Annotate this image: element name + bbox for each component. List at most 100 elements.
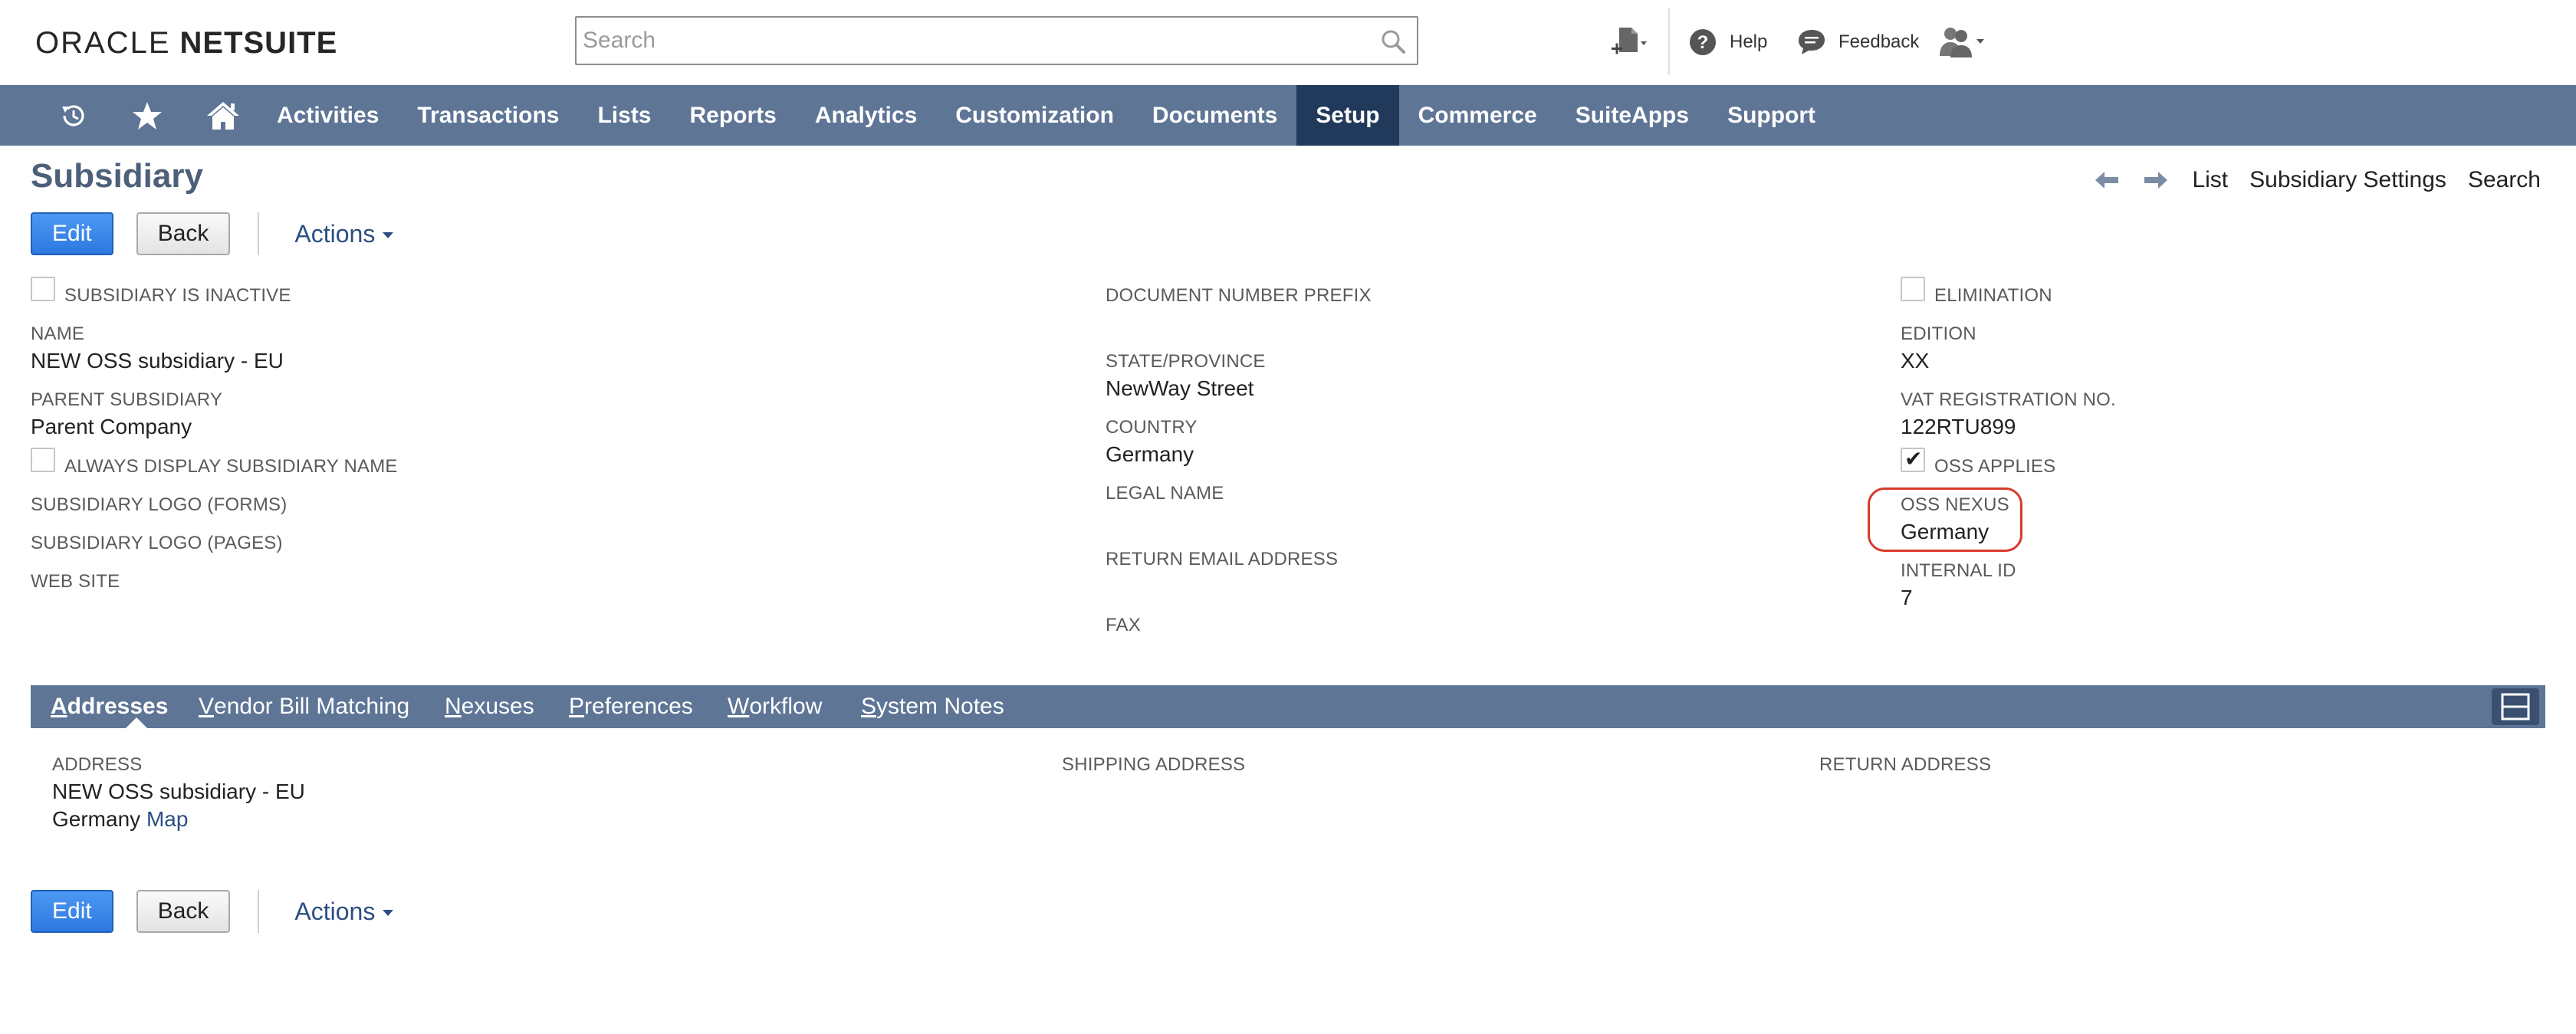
header-divider (1668, 8, 1670, 75)
list-link[interactable]: List (2192, 167, 2228, 193)
user-roles-menu[interactable] (1938, 23, 1987, 61)
internal-id-label: Internal ID (1901, 560, 2016, 581)
always-display-name-label: Always Display Subsidiary Name (64, 456, 398, 477)
previous-record-arrow-icon[interactable] (2094, 169, 2120, 192)
oss-applies-label: OSS Applies (1934, 456, 2056, 477)
oss-applies-checkbox[interactable] (1901, 446, 1925, 472)
create-new-menu[interactable] (1610, 23, 1647, 61)
return-email-label: Return Email Address (1106, 549, 1339, 570)
back-button[interactable]: Back (136, 212, 231, 255)
search-icon[interactable] (1380, 28, 1406, 54)
subtab-preferences[interactable]: Preferences (569, 685, 693, 728)
subtab-bar: Addresses Vendor Bill Matching Nexuses Pref… (31, 685, 2545, 728)
subtab-access-key: P (569, 694, 585, 719)
oracle-netsuite-logo[interactable]: ORACLE NETSUITE (35, 26, 338, 60)
actions-menu-bottom[interactable]: Actions (294, 897, 394, 926)
recent-records-icon[interactable] (58, 100, 89, 131)
top-button-bar: Edit Back Actions (31, 212, 394, 256)
actions-label-bottom: Actions (294, 897, 376, 925)
legal-name-label: Legal Name (1106, 483, 1224, 504)
nav-item-transactions[interactable]: Transactions (398, 85, 578, 146)
subtab-addresses[interactable]: Addresses (51, 685, 168, 728)
state-province-label: State/Province (1106, 351, 1266, 372)
nav-item-suiteapps[interactable]: SuiteApps (1556, 85, 1708, 146)
website-label: Web Site (31, 571, 120, 592)
nav-item-lists[interactable]: Lists (578, 85, 670, 146)
nav-item-customization[interactable]: Customization (936, 85, 1133, 146)
vat-registration-value: 122RTU899 (1901, 415, 2016, 438)
favorites-star-icon[interactable] (132, 100, 163, 131)
nav-item-support[interactable]: Support (1708, 85, 1835, 146)
shipping-address-label: Shipping Address (1062, 754, 1246, 775)
subtab-label-rest: exuses (461, 694, 534, 719)
edition-value: XX (1901, 349, 1930, 373)
elimination-label: Elimination (1934, 285, 2052, 306)
return-address-label: Return Address (1819, 754, 1992, 775)
feedback-label: Feedback (1838, 31, 1920, 52)
button-separator-bottom (258, 890, 260, 933)
next-record-arrow-icon[interactable] (2143, 169, 2169, 192)
svg-text:?: ? (1697, 32, 1709, 53)
subtab-label-rest: ddresses (67, 694, 169, 719)
actions-menu[interactable]: Actions (294, 220, 394, 248)
nav-item-documents[interactable]: Documents (1133, 85, 1296, 146)
global-search (575, 16, 1418, 65)
nav-item-analytics[interactable]: Analytics (796, 85, 936, 146)
subtab-label-rest: orkflow (749, 694, 823, 719)
create-new-icon (1612, 28, 1647, 54)
logo-oracle-text: ORACLE (35, 26, 171, 60)
actions-caret-icon (383, 232, 394, 238)
subtab-label-rest: references (584, 694, 693, 719)
elimination-checkbox[interactable] (1901, 277, 1925, 301)
subtab-vendor-bill-matching[interactable]: Vendor Bill Matching (199, 685, 409, 728)
nav-item-reports[interactable]: Reports (671, 85, 796, 146)
back-button-bottom[interactable]: Back (136, 890, 231, 933)
subsidiary-settings-link[interactable]: Subsidiary Settings (2249, 167, 2446, 193)
logo-forms-label: Subsidiary Logo (Forms) (31, 494, 288, 515)
page-title: Subsidiary (31, 157, 203, 195)
subtab-workflow[interactable]: Workflow (728, 685, 822, 728)
subsidiary-inactive-checkbox[interactable] (31, 277, 55, 301)
search-input[interactable] (583, 18, 1349, 64)
nav-item-activities[interactable]: Activities (258, 85, 398, 146)
address-label: Address (52, 754, 143, 775)
always-display-name-checkbox[interactable] (31, 448, 55, 472)
user-roles-icon (1940, 28, 1984, 57)
layout-toggle-icon (2501, 693, 2530, 721)
parent-subsidiary-value[interactable]: Parent Company (31, 415, 192, 439)
help-icon: ? (1690, 29, 1716, 55)
oss-nexus-value: Germany (1901, 520, 1990, 543)
edit-button-bottom[interactable]: Edit (31, 890, 113, 933)
subtab-label-rest: endor Bill Matching (214, 694, 410, 719)
subtab-access-key: N (445, 694, 462, 719)
country-value: Germany (1106, 442, 1194, 466)
subtab-system-notes[interactable]: System Notes (861, 685, 1004, 728)
logo-netsuite-text: NETSUITE (179, 26, 338, 60)
subtab-nexuses[interactable]: Nexuses (445, 685, 534, 728)
layout-toggle-button[interactable] (2492, 688, 2539, 725)
nav-item-commerce[interactable]: Commerce (1399, 85, 1556, 146)
home-icon[interactable] (205, 100, 241, 131)
document-number-prefix-label: Document Number Prefix (1106, 285, 1372, 306)
nav-item-setup[interactable]: Setup (1296, 85, 1399, 146)
bottom-button-bar: Edit Back Actions (31, 889, 394, 934)
map-link[interactable]: Map (146, 807, 188, 831)
subsidiary-inactive-label: Subsidiary is Inactive (64, 285, 291, 306)
oss-nexus-label: OSS Nexus (1901, 494, 2009, 515)
state-province-value: NewWay Street (1106, 376, 1254, 400)
internal-id-value: 7 (1901, 586, 1913, 609)
feedback-icon (1799, 30, 1825, 54)
subtab-label-rest: ystem Notes (876, 694, 1004, 719)
subtab-access-key: V (199, 694, 215, 719)
help-link[interactable]: ? Help (1688, 23, 1767, 61)
logo-pages-label: Subsidiary Logo (Pages) (31, 533, 283, 553)
global-header: ORACLENETSUITE ? Help Feedback (0, 0, 2576, 85)
search-link[interactable]: Search (2468, 167, 2541, 193)
edit-button[interactable]: Edit (31, 212, 113, 255)
active-subtab-pointer (126, 717, 147, 728)
country-label: Country (1106, 417, 1198, 438)
fax-label: Fax (1106, 615, 1141, 635)
parent-subsidiary-label: Parent Subsidiary (31, 389, 223, 410)
nav-menu: Activities Transactions Lists Reports Analyt… (258, 85, 1835, 146)
feedback-link[interactable]: Feedback (1797, 23, 1919, 61)
